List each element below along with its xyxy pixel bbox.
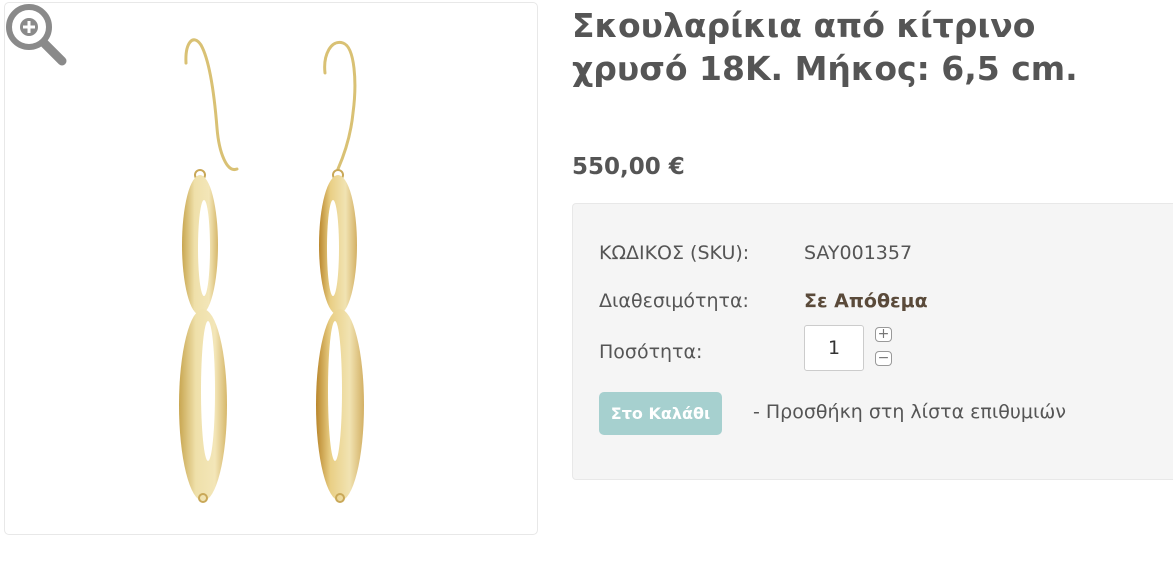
quantity-label: Ποσότητα:: [599, 341, 703, 363]
add-to-wishlist-link[interactable]: - Προσθήκη στη λίστα επιθυμιών: [753, 401, 1066, 423]
sku-label: ΚΩΔΙΚΟΣ (SKU):: [599, 242, 750, 264]
product-image: [179, 38, 364, 503]
product-price: 550,00 €: [572, 154, 685, 180]
availability-label: Διαθεσιμότητα:: [599, 290, 749, 312]
quantity-decrement-button[interactable]: −: [875, 351, 892, 366]
product-title: Σκουλαρίκια από κίτρινο χρυσό 18K. Μήκος…: [572, 6, 1078, 88]
product-image-panel[interactable]: [4, 2, 538, 535]
zoom-in-icon[interactable]: [5, 3, 69, 69]
availability-value: Σε Απόθεμα: [804, 290, 928, 312]
product-details-box: ΚΩΔΙΚΟΣ (SKU): SAY001357 Διαθεσιμότητα: …: [572, 203, 1173, 480]
sku-value: SAY001357: [804, 242, 913, 264]
quantity-input[interactable]: [804, 325, 864, 371]
add-to-cart-button[interactable]: Στο Καλάθι: [599, 392, 722, 435]
quantity-increment-button[interactable]: +: [875, 327, 892, 342]
left-earring: [179, 38, 239, 503]
right-earring: [316, 40, 364, 503]
